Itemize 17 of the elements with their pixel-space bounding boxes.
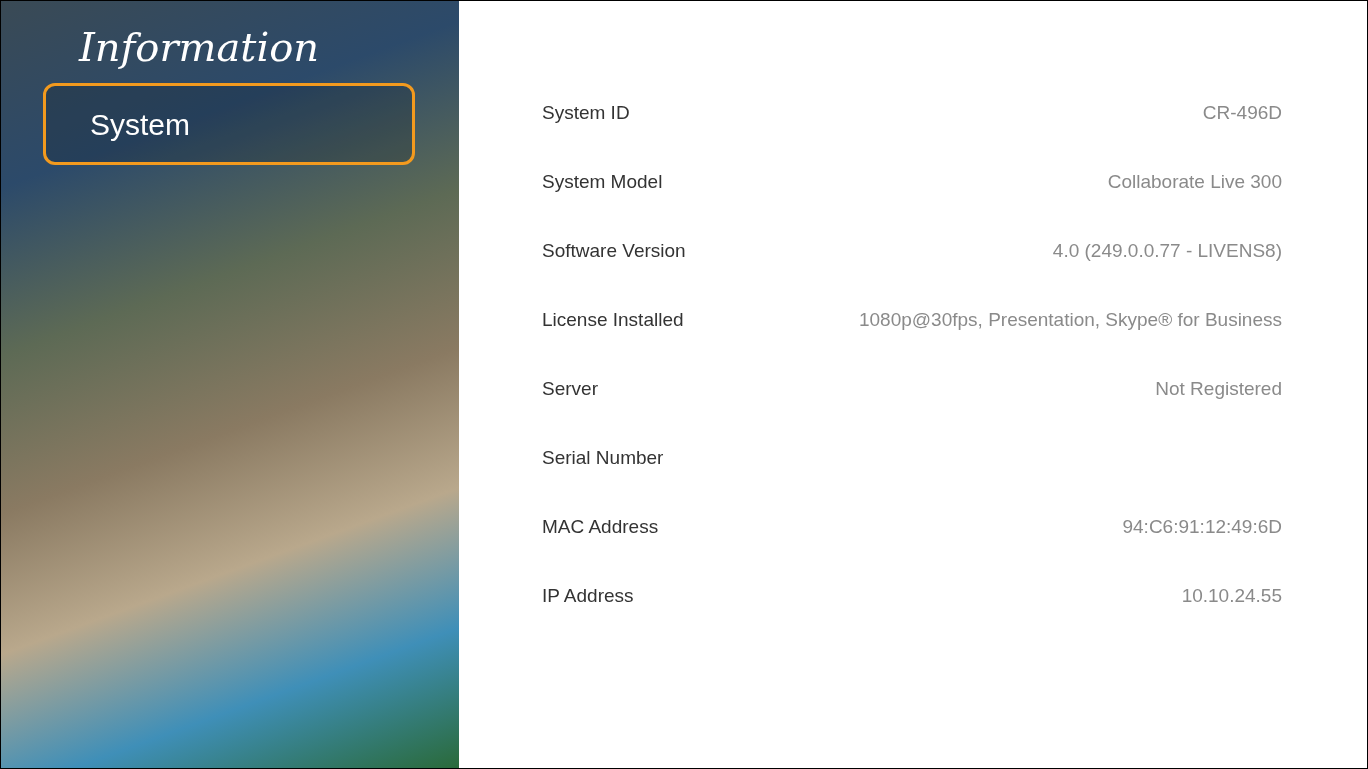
info-value: Collaborate Live 300 <box>1107 170 1282 195</box>
info-value: 4.0 (249.0.0.77 - LIVENS8) <box>1052 239 1282 264</box>
info-label: Server <box>542 377 598 402</box>
info-value: CR-496D <box>1202 101 1282 126</box>
info-label: System ID <box>542 101 630 126</box>
info-label: Software Version <box>542 239 686 264</box>
info-value: 10.10.24.55 <box>1181 584 1282 609</box>
info-label: IP Address <box>542 584 634 609</box>
info-value: Not Registered <box>1155 377 1282 402</box>
info-value: 1080p@30fps, Presentation, Skype® for Business <box>858 308 1282 333</box>
sidebar-title: Information <box>77 23 321 72</box>
info-label: License Installed <box>542 308 684 333</box>
info-value: 94:C6:91:12:49:6D <box>1122 515 1282 540</box>
info-label: MAC Address <box>542 515 659 540</box>
menu-item[interactable]: System <box>43 83 415 165</box>
info-label: System Model <box>542 170 663 195</box>
info-label: Serial Number <box>542 446 664 471</box>
